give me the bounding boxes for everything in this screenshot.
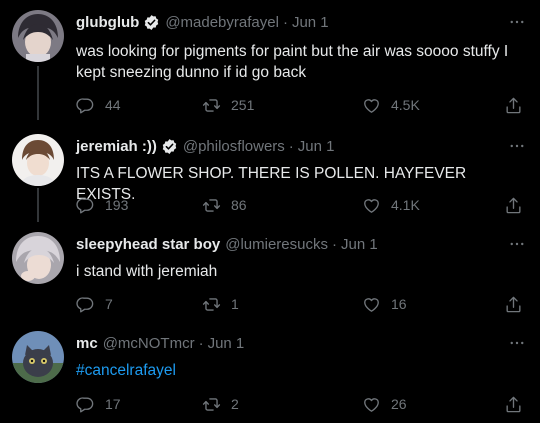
- hashtag-link[interactable]: #cancelrafayel: [76, 360, 526, 381]
- separator: ·: [332, 235, 337, 253]
- tweet-header: sleepyhead star boy @lumieresucks · Jun …: [76, 234, 510, 254]
- timestamp[interactable]: Jun 1: [292, 14, 329, 31]
- share-button[interactable]: [504, 94, 523, 116]
- like-icon: [362, 295, 381, 314]
- verified-icon: [143, 14, 160, 31]
- retweet-icon: [202, 196, 221, 215]
- tweet-2[interactable]: jeremiah :)) @philosflowers · Jun 1 ITS …: [0, 124, 540, 222]
- like-icon: [362, 96, 381, 115]
- retweet-count: 86: [231, 197, 247, 213]
- more-icon[interactable]: [508, 137, 526, 155]
- reply-count: 193: [105, 197, 129, 213]
- reply-count: 7: [105, 296, 113, 312]
- like-button[interactable]: 4.5K: [362, 94, 420, 116]
- display-name[interactable]: glubglub: [76, 14, 139, 31]
- like-count: 26: [391, 396, 407, 412]
- reply-button[interactable]: 7: [76, 293, 113, 315]
- tweet-1[interactable]: glubglub @madebyrafayel · Jun 1 was look…: [0, 0, 540, 124]
- retweet-button[interactable]: 1: [202, 293, 239, 315]
- like-count: 4.5K: [391, 97, 420, 113]
- retweet-count: 251: [231, 97, 255, 113]
- username[interactable]: @philosflowers: [183, 138, 285, 155]
- like-icon: [362, 196, 381, 215]
- tweet-actions: 44 251 4.5K: [72, 94, 532, 116]
- retweet-icon: [202, 395, 221, 414]
- like-count: 16: [391, 296, 407, 312]
- tweet-actions: 193 86 4.1K: [72, 194, 532, 216]
- separator: ·: [198, 334, 204, 352]
- retweet-count: 1: [231, 296, 239, 312]
- share-button[interactable]: [504, 293, 523, 315]
- reply-count: 44: [105, 97, 121, 113]
- timestamp[interactable]: Jun 1: [341, 236, 378, 253]
- reply-icon: [76, 295, 95, 314]
- like-icon: [362, 395, 381, 414]
- like-button[interactable]: 4.1K: [362, 194, 420, 216]
- separator: ·: [288, 137, 294, 155]
- tweet-text: i stand with jeremiah: [76, 263, 218, 280]
- share-button[interactable]: [504, 194, 523, 216]
- timestamp[interactable]: Jun 1: [298, 138, 335, 155]
- retweet-icon: [202, 295, 221, 314]
- reply-icon: [76, 395, 95, 414]
- more-icon[interactable]: [508, 235, 526, 253]
- reply-icon: [76, 96, 95, 115]
- like-button[interactable]: 26: [362, 393, 407, 415]
- reply-button[interactable]: 17: [76, 393, 121, 415]
- like-count: 4.1K: [391, 197, 420, 213]
- share-icon: [504, 96, 523, 115]
- more-icon[interactable]: [508, 13, 526, 31]
- display-name[interactable]: jeremiah :)): [76, 138, 157, 155]
- username[interactable]: @mcNOTmcr: [103, 335, 195, 352]
- tweet-actions: 17 2 26: [72, 393, 532, 415]
- tweet-3[interactable]: sleepyhead star boy @lumieresucks · Jun …: [0, 222, 540, 322]
- tweet-text: was looking for pigments for paint but t…: [76, 43, 509, 81]
- tweet-4[interactable]: mc @mcNOTmcr · Jun 1 #cancelrafayel 17 2…: [0, 322, 540, 423]
- verified-icon: [161, 138, 178, 155]
- share-icon: [504, 196, 523, 215]
- share-icon: [504, 395, 523, 414]
- reply-icon: [76, 196, 95, 215]
- retweet-button[interactable]: 86: [202, 194, 247, 216]
- reply-count: 17: [105, 396, 121, 412]
- separator: ·: [282, 13, 288, 31]
- username[interactable]: @lumieresucks: [225, 236, 328, 253]
- tweet-header: jeremiah :)) @philosflowers · Jun 1: [76, 136, 510, 156]
- retweet-icon: [202, 96, 221, 115]
- avatar[interactable]: [12, 10, 64, 62]
- display-name[interactable]: sleepyhead star boy: [76, 236, 220, 253]
- like-button[interactable]: 16: [362, 293, 407, 315]
- username[interactable]: @madebyrafayel: [165, 14, 279, 31]
- retweet-count: 2: [231, 396, 239, 412]
- retweet-button[interactable]: 2: [202, 393, 239, 415]
- more-icon[interactable]: [508, 334, 526, 352]
- tweet-header: mc @mcNOTmcr · Jun 1: [76, 333, 510, 353]
- display-name[interactable]: mc: [76, 335, 98, 352]
- reply-button[interactable]: 44: [76, 94, 121, 116]
- tweet-actions: 7 1 16: [72, 293, 532, 315]
- avatar[interactable]: [12, 134, 64, 186]
- reply-button[interactable]: 193: [76, 194, 128, 216]
- retweet-button[interactable]: 251: [202, 94, 254, 116]
- avatar[interactable]: [12, 232, 64, 284]
- share-button[interactable]: [504, 393, 523, 415]
- avatar[interactable]: [12, 331, 64, 383]
- timestamp[interactable]: Jun 1: [208, 335, 245, 352]
- tweet-header: glubglub @madebyrafayel · Jun 1: [76, 12, 510, 32]
- share-icon: [504, 295, 523, 314]
